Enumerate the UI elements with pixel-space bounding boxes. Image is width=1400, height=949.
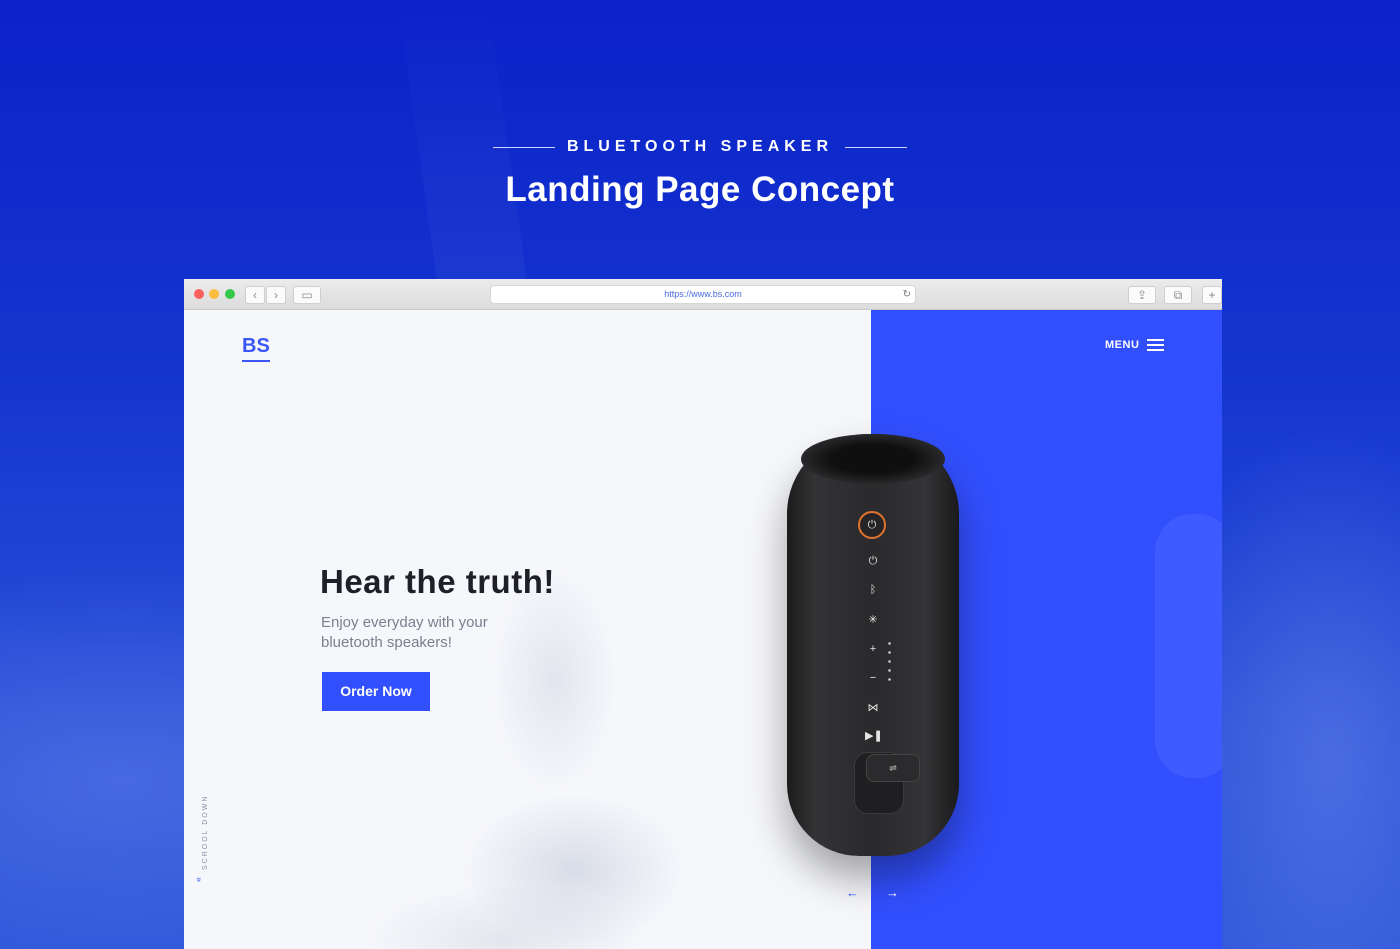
guitarist-photo — [224, 430, 844, 949]
back-icon[interactable]: ‹ — [245, 286, 265, 304]
hero-header: BLUETOOTH SPEAKER Landing Page Concept — [0, 138, 1400, 210]
eyebrow-divider-right — [845, 146, 908, 148]
sidebar-icon[interactable]: ▭ — [293, 286, 321, 304]
share-icon[interactable]: ⇪ — [1128, 286, 1156, 304]
light-icon: ✳ — [868, 614, 878, 626]
scroll-down-label: SCROOL DOWN — [202, 794, 209, 870]
order-now-button[interactable]: Order Now — [322, 672, 430, 711]
connect-plus-icon: ⋈ — [867, 702, 879, 714]
forward-icon[interactable]: › — [266, 286, 286, 304]
eyebrow-text: BLUETOOTH SPEAKER — [566, 138, 834, 155]
speaker-top — [801, 434, 945, 484]
hamburger-icon — [1147, 339, 1165, 351]
volume-down-icon: − — [869, 672, 877, 684]
eyebrow-divider-left — [492, 146, 555, 148]
tabs-icon[interactable]: ⧉ — [1164, 286, 1192, 304]
minimize-window-button[interactable] — [209, 289, 219, 299]
volume-level-dots — [888, 639, 891, 687]
double-chevron-icon: « — [193, 876, 203, 882]
maximize-window-button[interactable] — [225, 289, 235, 299]
close-window-button[interactable] — [194, 289, 204, 299]
play-pause-icon: ▶❚ — [865, 730, 883, 742]
previous-arrow-icon[interactable]: ← — [846, 885, 859, 900]
scroll-down-indicator[interactable]: « SCROOL DOWN — [193, 795, 212, 882]
address-bar-url: https://www.bs.com — [664, 289, 742, 299]
browser-window: ‹ › ▭ https://www.bs.com ↻ ⇪ ⧉ + BS MENU… — [184, 279, 1222, 949]
eyebrow-row: BLUETOOTH SPEAKER — [0, 138, 1400, 156]
hero-subtitle: Enjoy everyday with your bluetooth speak… — [321, 614, 488, 651]
usb-icon: ⇌ — [866, 754, 920, 782]
hero-title: Hear the truth! — [320, 563, 555, 600]
site-logo[interactable]: BS — [242, 335, 270, 362]
menu-label: MENU — [1105, 339, 1140, 351]
hero-headline: Landing Page Concept — [505, 170, 895, 209]
connect-button-icon: ⏻ — [858, 511, 886, 539]
volume-up-icon: + — [869, 643, 877, 655]
speaker-image: ⏻ ⏻ ᛒ ✳ + − ⋈ ▶❚ ⇌ — [787, 434, 959, 856]
power-icon: ⏻ — [868, 555, 878, 567]
browser-toolbar: ‹ › ▭ https://www.bs.com ↻ ⇪ ⧉ + — [184, 279, 1222, 310]
address-bar[interactable]: https://www.bs.com ↻ — [490, 285, 916, 304]
menu-button[interactable]: MENU — [1105, 339, 1165, 351]
next-arrow-icon[interactable]: → — [886, 885, 899, 900]
reload-icon[interactable]: ↻ — [903, 286, 911, 303]
new-tab-icon[interactable]: + — [1202, 286, 1222, 304]
bluetooth-icon: ᛒ — [869, 584, 877, 596]
ghost-speaker-image — [1155, 514, 1222, 778]
